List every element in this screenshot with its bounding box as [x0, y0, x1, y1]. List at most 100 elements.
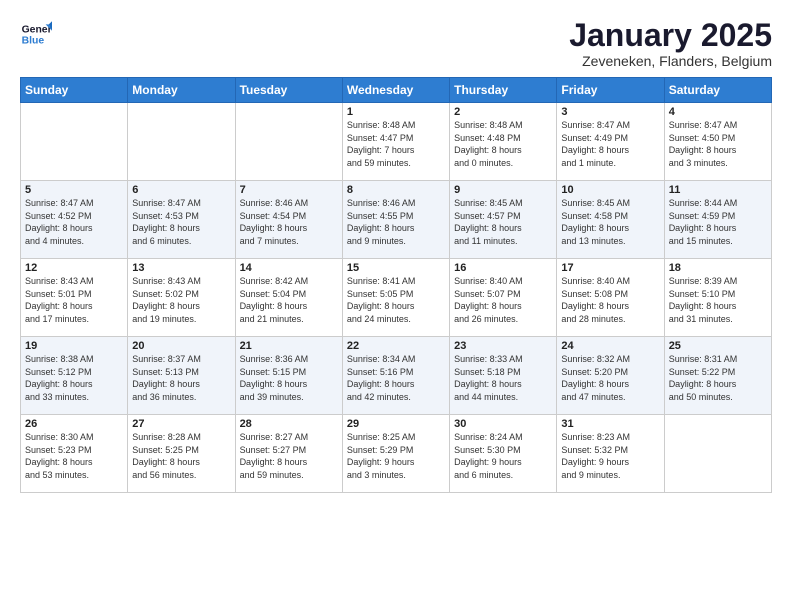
header-day-wednesday: Wednesday — [342, 78, 449, 103]
day-number: 21 — [240, 340, 338, 352]
day-info: Sunrise: 8:37 AM Sunset: 5:13 PM Dayligh… — [132, 353, 230, 403]
day-number: 4 — [669, 106, 767, 118]
day-number: 1 — [347, 106, 445, 118]
day-info: Sunrise: 8:39 AM Sunset: 5:10 PM Dayligh… — [669, 275, 767, 325]
day-info: Sunrise: 8:40 AM Sunset: 5:07 PM Dayligh… — [454, 275, 552, 325]
calendar-cell: 30Sunrise: 8:24 AM Sunset: 5:30 PM Dayli… — [450, 415, 557, 493]
day-info: Sunrise: 8:28 AM Sunset: 5:25 PM Dayligh… — [132, 431, 230, 481]
header-day-saturday: Saturday — [664, 78, 771, 103]
calendar-table: SundayMondayTuesdayWednesdayThursdayFrid… — [20, 77, 772, 493]
day-number: 17 — [561, 262, 659, 274]
calendar-cell: 11Sunrise: 8:44 AM Sunset: 4:59 PM Dayli… — [664, 181, 771, 259]
day-number: 28 — [240, 418, 338, 430]
header-day-monday: Monday — [128, 78, 235, 103]
calendar-cell: 17Sunrise: 8:40 AM Sunset: 5:08 PM Dayli… — [557, 259, 664, 337]
calendar-cell: 25Sunrise: 8:31 AM Sunset: 5:22 PM Dayli… — [664, 337, 771, 415]
day-info: Sunrise: 8:30 AM Sunset: 5:23 PM Dayligh… — [25, 431, 123, 481]
logo-icon: General Blue — [20, 18, 52, 50]
calendar-cell: 13Sunrise: 8:43 AM Sunset: 5:02 PM Dayli… — [128, 259, 235, 337]
day-number: 6 — [132, 184, 230, 196]
day-info: Sunrise: 8:45 AM Sunset: 4:58 PM Dayligh… — [561, 197, 659, 247]
calendar-cell: 21Sunrise: 8:36 AM Sunset: 5:15 PM Dayli… — [235, 337, 342, 415]
calendar-cell: 19Sunrise: 8:38 AM Sunset: 5:12 PM Dayli… — [21, 337, 128, 415]
day-number: 26 — [25, 418, 123, 430]
calendar-cell: 22Sunrise: 8:34 AM Sunset: 5:16 PM Dayli… — [342, 337, 449, 415]
day-info: Sunrise: 8:46 AM Sunset: 4:55 PM Dayligh… — [347, 197, 445, 247]
day-info: Sunrise: 8:25 AM Sunset: 5:29 PM Dayligh… — [347, 431, 445, 481]
day-info: Sunrise: 8:47 AM Sunset: 4:53 PM Dayligh… — [132, 197, 230, 247]
day-number: 5 — [25, 184, 123, 196]
day-number: 24 — [561, 340, 659, 352]
calendar-header: SundayMondayTuesdayWednesdayThursdayFrid… — [21, 78, 772, 103]
day-number: 9 — [454, 184, 552, 196]
day-info: Sunrise: 8:44 AM Sunset: 4:59 PM Dayligh… — [669, 197, 767, 247]
day-number: 12 — [25, 262, 123, 274]
calendar-cell: 28Sunrise: 8:27 AM Sunset: 5:27 PM Dayli… — [235, 415, 342, 493]
day-number: 13 — [132, 262, 230, 274]
calendar-cell: 8Sunrise: 8:46 AM Sunset: 4:55 PM Daylig… — [342, 181, 449, 259]
day-info: Sunrise: 8:47 AM Sunset: 4:50 PM Dayligh… — [669, 119, 767, 169]
calendar-cell: 6Sunrise: 8:47 AM Sunset: 4:53 PM Daylig… — [128, 181, 235, 259]
header-day-tuesday: Tuesday — [235, 78, 342, 103]
day-number: 15 — [347, 262, 445, 274]
week-row-4: 26Sunrise: 8:30 AM Sunset: 5:23 PM Dayli… — [21, 415, 772, 493]
calendar-cell — [128, 103, 235, 181]
day-number: 22 — [347, 340, 445, 352]
week-row-2: 12Sunrise: 8:43 AM Sunset: 5:01 PM Dayli… — [21, 259, 772, 337]
day-number: 23 — [454, 340, 552, 352]
day-info: Sunrise: 8:36 AM Sunset: 5:15 PM Dayligh… — [240, 353, 338, 403]
calendar-cell: 7Sunrise: 8:46 AM Sunset: 4:54 PM Daylig… — [235, 181, 342, 259]
day-info: Sunrise: 8:43 AM Sunset: 5:01 PM Dayligh… — [25, 275, 123, 325]
calendar-cell: 15Sunrise: 8:41 AM Sunset: 5:05 PM Dayli… — [342, 259, 449, 337]
logo: General Blue — [20, 18, 52, 50]
calendar-cell: 24Sunrise: 8:32 AM Sunset: 5:20 PM Dayli… — [557, 337, 664, 415]
calendar-cell: 23Sunrise: 8:33 AM Sunset: 5:18 PM Dayli… — [450, 337, 557, 415]
day-info: Sunrise: 8:47 AM Sunset: 4:52 PM Dayligh… — [25, 197, 123, 247]
day-info: Sunrise: 8:46 AM Sunset: 4:54 PM Dayligh… — [240, 197, 338, 247]
day-number: 14 — [240, 262, 338, 274]
calendar-cell: 4Sunrise: 8:47 AM Sunset: 4:50 PM Daylig… — [664, 103, 771, 181]
title-block: January 2025 Zeveneken, Flanders, Belgiu… — [569, 18, 772, 69]
day-number: 3 — [561, 106, 659, 118]
header-day-sunday: Sunday — [21, 78, 128, 103]
subtitle: Zeveneken, Flanders, Belgium — [569, 53, 772, 69]
calendar-cell: 31Sunrise: 8:23 AM Sunset: 5:32 PM Dayli… — [557, 415, 664, 493]
day-info: Sunrise: 8:27 AM Sunset: 5:27 PM Dayligh… — [240, 431, 338, 481]
header-row: SundayMondayTuesdayWednesdayThursdayFrid… — [21, 78, 772, 103]
calendar-cell: 27Sunrise: 8:28 AM Sunset: 5:25 PM Dayli… — [128, 415, 235, 493]
calendar-cell: 16Sunrise: 8:40 AM Sunset: 5:07 PM Dayli… — [450, 259, 557, 337]
calendar-cell: 29Sunrise: 8:25 AM Sunset: 5:29 PM Dayli… — [342, 415, 449, 493]
day-number: 27 — [132, 418, 230, 430]
calendar-cell: 18Sunrise: 8:39 AM Sunset: 5:10 PM Dayli… — [664, 259, 771, 337]
calendar-cell: 10Sunrise: 8:45 AM Sunset: 4:58 PM Dayli… — [557, 181, 664, 259]
day-number: 30 — [454, 418, 552, 430]
day-info: Sunrise: 8:41 AM Sunset: 5:05 PM Dayligh… — [347, 275, 445, 325]
calendar-cell — [235, 103, 342, 181]
week-row-3: 19Sunrise: 8:38 AM Sunset: 5:12 PM Dayli… — [21, 337, 772, 415]
day-info: Sunrise: 8:24 AM Sunset: 5:30 PM Dayligh… — [454, 431, 552, 481]
day-info: Sunrise: 8:31 AM Sunset: 5:22 PM Dayligh… — [669, 353, 767, 403]
day-number: 31 — [561, 418, 659, 430]
main-title: January 2025 — [569, 18, 772, 53]
day-number: 7 — [240, 184, 338, 196]
day-number: 29 — [347, 418, 445, 430]
week-row-1: 5Sunrise: 8:47 AM Sunset: 4:52 PM Daylig… — [21, 181, 772, 259]
day-number: 11 — [669, 184, 767, 196]
day-info: Sunrise: 8:48 AM Sunset: 4:47 PM Dayligh… — [347, 119, 445, 169]
day-number: 18 — [669, 262, 767, 274]
header-day-thursday: Thursday — [450, 78, 557, 103]
day-number: 16 — [454, 262, 552, 274]
day-number: 2 — [454, 106, 552, 118]
day-info: Sunrise: 8:34 AM Sunset: 5:16 PM Dayligh… — [347, 353, 445, 403]
calendar-body: 1Sunrise: 8:48 AM Sunset: 4:47 PM Daylig… — [21, 103, 772, 493]
day-info: Sunrise: 8:42 AM Sunset: 5:04 PM Dayligh… — [240, 275, 338, 325]
calendar-cell: 3Sunrise: 8:47 AM Sunset: 4:49 PM Daylig… — [557, 103, 664, 181]
calendar-cell — [21, 103, 128, 181]
calendar-cell: 20Sunrise: 8:37 AM Sunset: 5:13 PM Dayli… — [128, 337, 235, 415]
header-day-friday: Friday — [557, 78, 664, 103]
day-number: 10 — [561, 184, 659, 196]
calendar-cell: 2Sunrise: 8:48 AM Sunset: 4:48 PM Daylig… — [450, 103, 557, 181]
day-info: Sunrise: 8:43 AM Sunset: 5:02 PM Dayligh… — [132, 275, 230, 325]
day-info: Sunrise: 8:48 AM Sunset: 4:48 PM Dayligh… — [454, 119, 552, 169]
calendar-cell: 9Sunrise: 8:45 AM Sunset: 4:57 PM Daylig… — [450, 181, 557, 259]
